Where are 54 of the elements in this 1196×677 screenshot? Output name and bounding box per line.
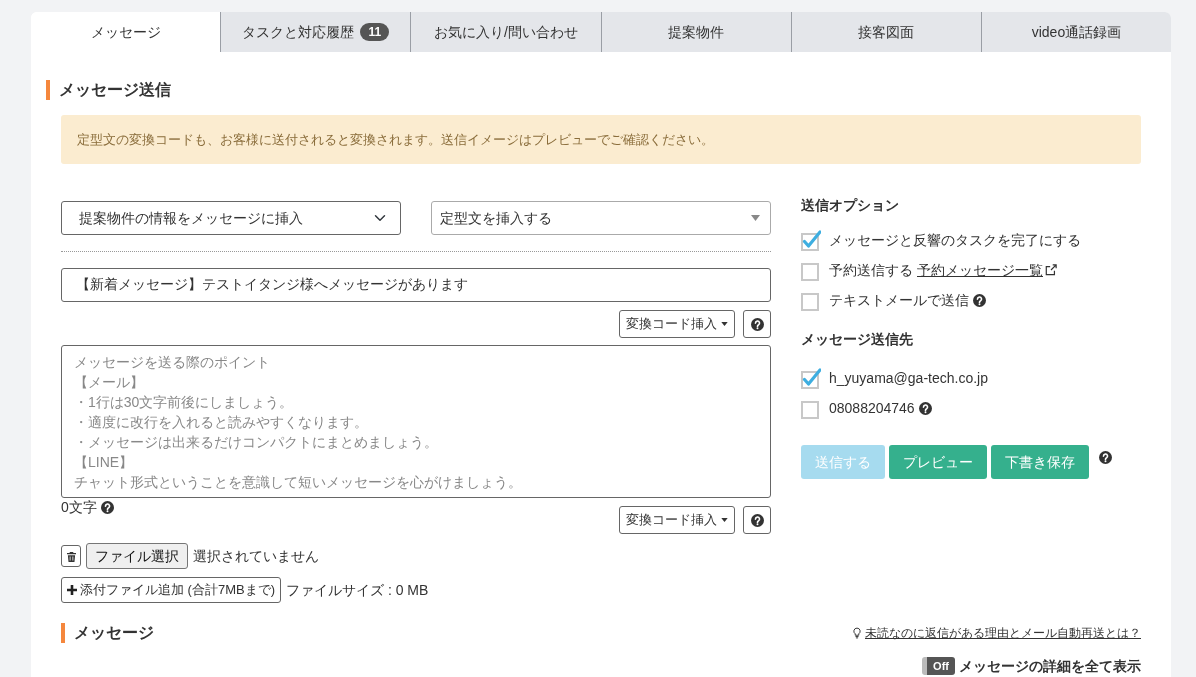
tab[interactable]: タスクと対応履歴 11 xyxy=(221,12,412,52)
placeholder-text: ・1行は30文字前後にしましょう。 xyxy=(74,394,294,410)
caret-icon xyxy=(751,215,760,221)
code-insert-button[interactable]: 変換コード挿入 xyxy=(619,506,735,534)
placeholder-text: 【メール】 xyxy=(74,374,144,390)
template-select[interactable]: 定型文を挿入する xyxy=(431,201,771,235)
external-link-icon xyxy=(1045,264,1057,276)
placeholder-text: 【LINE】 xyxy=(74,454,134,470)
toggle-switch[interactable]: Off xyxy=(922,657,955,675)
tab[interactable]: video通話録画 xyxy=(981,12,1171,52)
placeholder-text: メッセージを送る際のポイント xyxy=(74,354,270,370)
placeholder-text: ・メッセージは出来るだけコンパクトにまとめましょう。 xyxy=(74,434,438,450)
char-count: 0文字 xyxy=(61,498,97,516)
checkbox[interactable] xyxy=(801,367,821,389)
checkbox-label: メッセージと反響のタスクを完了にする xyxy=(829,230,1081,250)
recipients-title: メッセージ送信先 xyxy=(801,330,914,349)
caret-icon xyxy=(721,518,728,522)
checkbox-label: 予約送信する xyxy=(829,260,913,280)
add-file-button[interactable]: 添付ファイル追加 (合計7MBまで) xyxy=(61,577,281,603)
schedule-list-link[interactable]: 予約メッセージ一覧 xyxy=(917,259,1057,281)
count-badge: 11 xyxy=(360,23,390,41)
help-button[interactable] xyxy=(743,506,771,534)
checkbox-label: テキストメールで送信 xyxy=(829,290,969,310)
help-button[interactable] xyxy=(743,310,771,338)
help-icon xyxy=(100,500,114,514)
choose-file-button[interactable]: ファイル選択 xyxy=(86,543,188,569)
section-title: メッセージ送信 xyxy=(46,80,1156,100)
property-select[interactable]: 提案物件の情報をメッセージに挿入 xyxy=(61,201,401,235)
trash-icon xyxy=(66,550,76,562)
checkbox-label: 08088204746 xyxy=(829,398,915,418)
file-status: 選択されていません xyxy=(193,546,319,566)
section-title: メッセージ xyxy=(61,623,154,643)
plus-icon xyxy=(67,585,77,595)
caret-icon xyxy=(721,322,728,326)
delete-button[interactable] xyxy=(61,545,81,567)
tab[interactable]: お気に入り/問い合わせ xyxy=(411,12,602,52)
file-size-text: ファイルサイズ : 0 MB xyxy=(286,580,429,600)
checkbox-label: h_yuyama@ga-tech.co.jp xyxy=(829,368,988,388)
help-icon xyxy=(750,317,764,331)
checkbox[interactable] xyxy=(801,229,821,251)
lightbulb-icon xyxy=(853,627,861,639)
placeholder-text: チャット形式ということを意識して短いメッセージを心がけましょう。 xyxy=(74,474,522,490)
subject-field[interactable]: 【新着メッセージ】テストイタンジ様へメッセージがあります xyxy=(61,268,771,302)
message-field[interactable]: メッセージを送る際のポイント 【メール】 ・1行は30文字前後にしましょう。 ・適度に改行を入れると読みやすくなります。 ・メッセージは出来るだけコンパクトにまとめましょう。 【LINE】 チャット形式ということを意識して短いメッセージを心がけましょう。 xyxy=(61,345,771,498)
code-insert-button[interactable]: 変換コード挿入 xyxy=(619,310,735,338)
placeholder-text: ・適度に改行を入れると読みやすくなります。 xyxy=(74,414,368,430)
options-title: 送信オプション xyxy=(801,196,900,215)
help-icon xyxy=(1099,451,1112,464)
notice-alert: 定型文の変換コードも、お客様に送付されると変換されます。送信イメージはプレビューでご確認ください。 xyxy=(61,115,1141,164)
help-icon xyxy=(750,513,764,527)
help-link[interactable]: 未読なのに返信がある理由とメール自動再送とは？ xyxy=(865,624,1141,642)
toggle-label: メッセージの詳細を全て表示 xyxy=(959,657,1141,675)
tab[interactable]: 提案物件 xyxy=(601,12,792,52)
tab[interactable]: 接客図面 xyxy=(791,12,982,52)
